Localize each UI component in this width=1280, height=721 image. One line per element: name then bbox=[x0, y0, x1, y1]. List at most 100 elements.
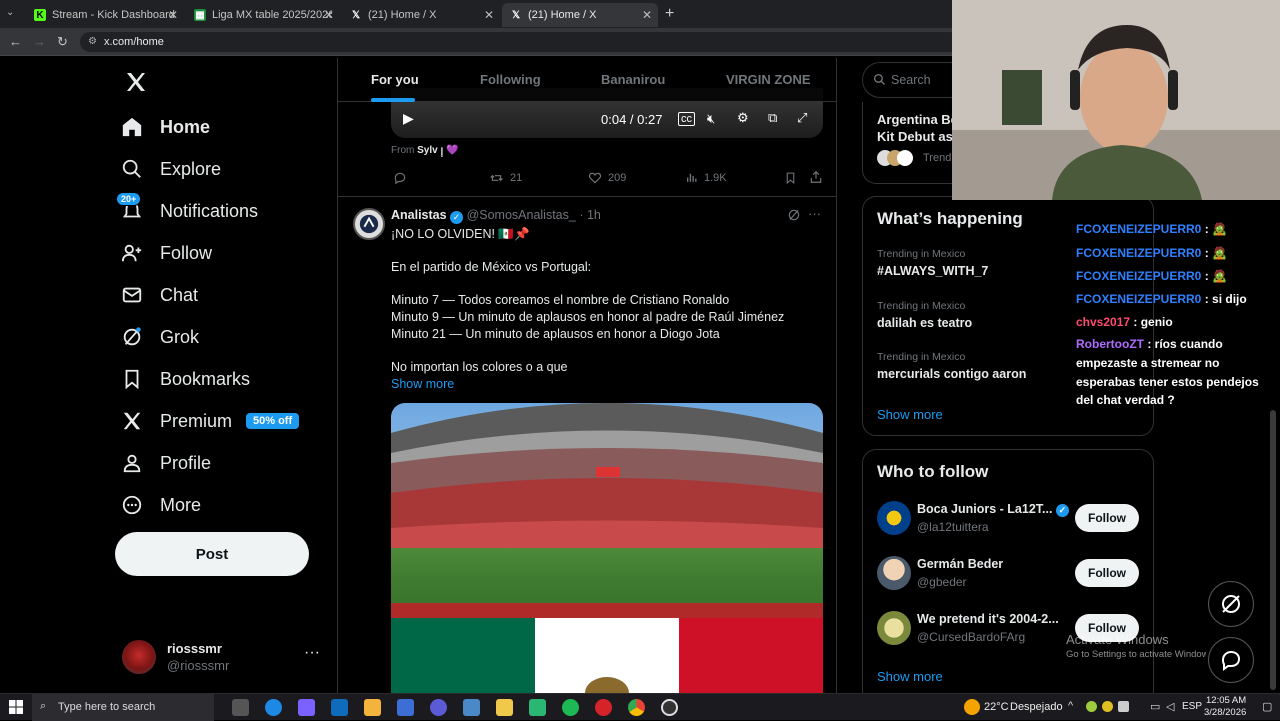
source-user[interactable]: Sylv ꞁ̣ bbox=[417, 145, 443, 156]
nav-home[interactable]: Home bbox=[120, 110, 210, 144]
app-icon[interactable] bbox=[529, 699, 546, 716]
weather-temp[interactable]: 22°C bbox=[984, 701, 1009, 713]
windows-start-icon[interactable] bbox=[9, 700, 23, 714]
close-tab-icon[interactable]: ✕ bbox=[168, 8, 178, 22]
tab-search-button[interactable]: ⌄ bbox=[6, 7, 22, 21]
show-more-link[interactable]: Show more bbox=[877, 669, 943, 684]
main-feed: For you Following Bananirou VIRGIN ZONE … bbox=[337, 58, 837, 693]
tweet-more-icon[interactable]: ··· bbox=[808, 206, 821, 221]
tweet-image[interactable] bbox=[391, 403, 823, 693]
follow-button[interactable]: Follow bbox=[1075, 504, 1139, 532]
close-tab-icon[interactable]: ✕ bbox=[324, 8, 334, 22]
fullscreen-icon[interactable]: ⤢ bbox=[797, 110, 807, 126]
follow-button[interactable]: Follow bbox=[1075, 559, 1139, 587]
browser-tab[interactable]: 𝕏 (21) Home / X ✕ bbox=[342, 3, 500, 27]
pip-icon[interactable]: ⧉ bbox=[768, 110, 777, 126]
opera-icon[interactable] bbox=[595, 699, 612, 716]
suggested-user-name[interactable]: We pretend it's 2004-2... bbox=[917, 612, 1059, 626]
avatar[interactable] bbox=[877, 611, 911, 645]
like-button[interactable]: 209 bbox=[588, 171, 626, 185]
network-icon[interactable]: ▭ bbox=[1150, 700, 1160, 713]
nav-more[interactable]: More bbox=[120, 488, 201, 522]
close-tab-icon[interactable]: ✕ bbox=[484, 8, 494, 22]
trend-item[interactable]: dalilah es teatro bbox=[877, 316, 972, 330]
tray-icon[interactable] bbox=[1086, 701, 1097, 712]
messages-float-button[interactable] bbox=[1208, 637, 1254, 683]
taskbar-search-input[interactable]: ⌕ Type here to search bbox=[32, 694, 214, 721]
mute-icon[interactable]: 🔇︎ bbox=[707, 111, 715, 127]
edge-icon[interactable] bbox=[265, 699, 282, 716]
back-icon[interactable]: ← bbox=[9, 34, 22, 49]
grok-icon[interactable] bbox=[787, 208, 801, 227]
app-icon[interactable] bbox=[397, 699, 414, 716]
weather-icon[interactable] bbox=[964, 699, 980, 715]
app-icon[interactable] bbox=[463, 699, 480, 716]
more-dots-icon[interactable]: ··· bbox=[304, 644, 320, 662]
file-explorer-icon[interactable] bbox=[496, 699, 513, 716]
clock-time[interactable]: 12:05 AM bbox=[1206, 695, 1246, 706]
browser-tab-active[interactable]: 𝕏 (21) Home / X ✕ bbox=[502, 3, 658, 27]
suggested-user-name[interactable]: Germán Beder bbox=[917, 557, 1003, 571]
play-icon[interactable]: ▶ bbox=[403, 110, 414, 127]
nav-chat[interactable]: Chat bbox=[120, 278, 198, 312]
reply-button[interactable] bbox=[393, 171, 413, 185]
volume-icon[interactable]: ◁ bbox=[1166, 700, 1174, 713]
outlook-icon[interactable] bbox=[331, 699, 348, 716]
store-icon[interactable] bbox=[364, 699, 381, 716]
share-icon[interactable] bbox=[809, 170, 829, 184]
trend-item[interactable]: #ALWAYS_WITH_7 bbox=[877, 264, 988, 278]
nav-notifications[interactable]: Notifications 20+ bbox=[116, 192, 258, 228]
trend-item[interactable]: mercurials contigo aaron bbox=[877, 367, 1026, 381]
tweet-avatar[interactable] bbox=[353, 208, 385, 240]
spotify-icon[interactable] bbox=[562, 699, 579, 716]
bookmark-icon[interactable] bbox=[784, 171, 803, 185]
obs-icon[interactable] bbox=[661, 699, 678, 716]
weather-desc[interactable]: Despejado bbox=[1010, 701, 1063, 713]
nav-bookmarks[interactable]: Bookmarks bbox=[120, 362, 250, 396]
tweet-time[interactable]: · 1h bbox=[579, 208, 601, 222]
tab-for-you[interactable]: For you bbox=[371, 72, 419, 87]
tray-icon[interactable] bbox=[1118, 701, 1129, 712]
tab-virgin-zone[interactable]: VIRGIN ZONE bbox=[726, 72, 811, 87]
post-button[interactable]: Post bbox=[115, 532, 309, 576]
tray-overflow-icon[interactable]: ^ bbox=[1068, 700, 1073, 712]
tweet-author[interactable]: Analistas bbox=[391, 208, 447, 222]
browser-tab[interactable]: K Stream - Kick Dashboard ✕ bbox=[26, 3, 184, 27]
grok-float-button[interactable] bbox=[1208, 581, 1254, 627]
url-field[interactable]: ⚙ x.com/home bbox=[80, 32, 960, 52]
forward-icon[interactable]: → bbox=[33, 34, 46, 49]
site-info-icon[interactable]: ⚙ bbox=[88, 32, 97, 52]
nav-follow[interactable]: Follow bbox=[120, 236, 212, 270]
nav-grok[interactable]: Grok bbox=[120, 320, 199, 354]
avatar[interactable] bbox=[877, 556, 911, 590]
new-tab-button[interactable]: + bbox=[665, 5, 674, 23]
suggested-user-name[interactable]: Boca Juniors - La12T... ✓ bbox=[917, 502, 1069, 517]
page-scrollbar[interactable] bbox=[1270, 410, 1276, 690]
notifications-icon[interactable]: ▢ bbox=[1262, 700, 1272, 713]
clock-date[interactable]: 3/28/2026 bbox=[1204, 707, 1246, 718]
show-more-link[interactable]: Show more bbox=[391, 377, 454, 391]
retweet-button[interactable]: 21 bbox=[489, 171, 522, 185]
show-more-link[interactable]: Show more bbox=[877, 407, 943, 422]
app-icon[interactable] bbox=[430, 699, 447, 716]
keyboard-language[interactable]: ESP bbox=[1182, 701, 1202, 712]
task-view-icon[interactable] bbox=[232, 699, 249, 716]
chrome-icon[interactable] bbox=[628, 699, 645, 716]
tab-following[interactable]: Following bbox=[480, 72, 541, 87]
settings-icon[interactable]: ⚙ bbox=[737, 110, 749, 126]
captions-icon[interactable]: cc bbox=[678, 112, 695, 126]
account-switcher[interactable]: riosssmr @riosssmr ··· bbox=[122, 638, 332, 678]
tab-bananirou[interactable]: Bananirou bbox=[601, 72, 665, 87]
reload-icon[interactable]: ↻ bbox=[57, 34, 68, 50]
avatar[interactable] bbox=[877, 501, 911, 535]
nav-explore[interactable]: Explore bbox=[120, 152, 221, 186]
browser-tab[interactable]: ▦ Liga MX table 2025/2026 - Cla... ✕ bbox=[186, 3, 340, 27]
tweet-handle[interactable]: @SomosAnalistas_ bbox=[467, 208, 576, 222]
views-button[interactable]: 1.9K bbox=[685, 171, 727, 184]
close-tab-icon[interactable]: ✕ bbox=[642, 8, 652, 22]
x-logo-icon[interactable] bbox=[124, 70, 148, 99]
nav-premium[interactable]: Premium 50% off bbox=[120, 404, 300, 438]
nav-profile[interactable]: Profile bbox=[120, 446, 211, 480]
copilot-icon[interactable] bbox=[298, 699, 315, 716]
tray-icon[interactable] bbox=[1102, 701, 1113, 712]
